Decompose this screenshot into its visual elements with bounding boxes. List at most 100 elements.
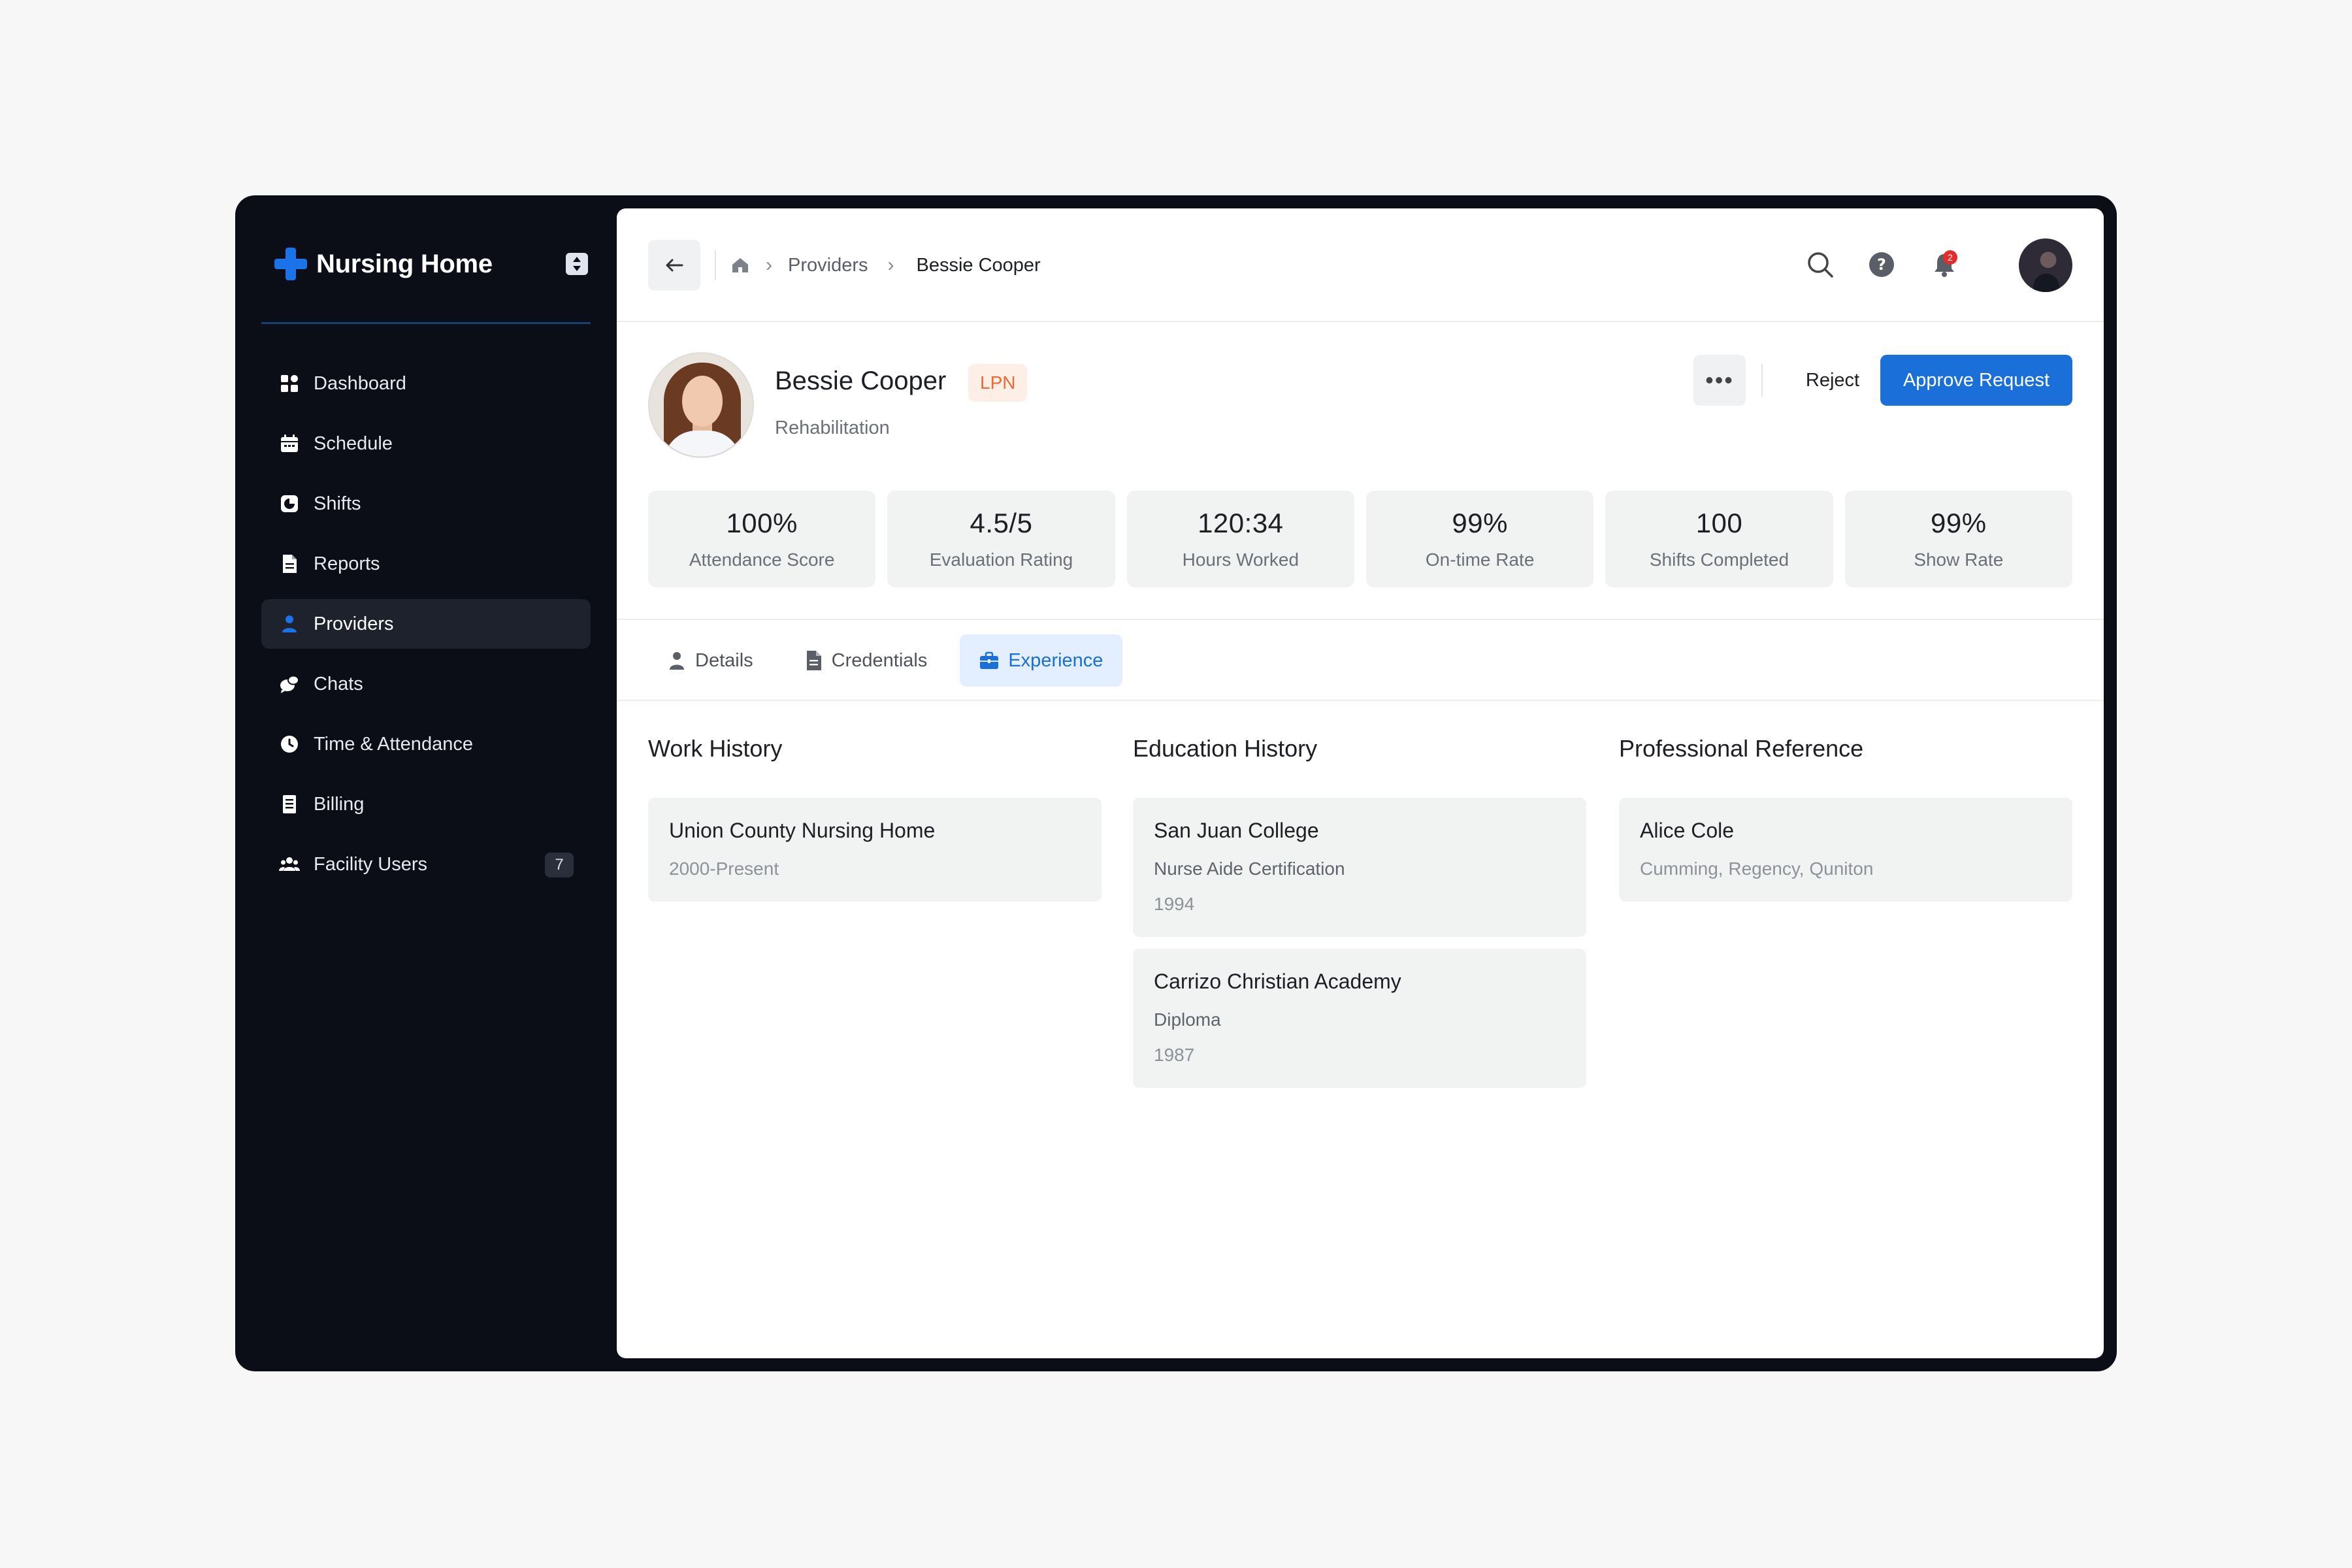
role-badge: LPN: [968, 364, 1028, 402]
breadcrumb-current: Bessie Cooper: [916, 254, 1041, 276]
stat-value: 100: [1695, 508, 1743, 538]
user-icon: [278, 613, 301, 635]
sidebar-item-chats[interactable]: Chats: [261, 659, 591, 709]
brand: Nursing Home: [274, 248, 588, 280]
stats-row: 100% Attendance Score 4.5/5 Evaluation R…: [648, 491, 2072, 587]
sidebar-item-label: Facility Users: [314, 853, 428, 875]
briefcase-icon: [980, 651, 999, 669]
breadcrumb: › Providers › Bessie Cooper: [730, 249, 1041, 282]
work-history-card: Union County Nursing Home 2000-Present: [648, 798, 1102, 902]
education-card: San Juan College Nurse Aide Certificatio…: [1133, 798, 1586, 937]
card-meta: 1987: [1154, 1045, 1195, 1065]
chevron-right-icon: ›: [887, 254, 894, 276]
help-icon: ?: [1869, 252, 1894, 277]
back-button[interactable]: [648, 240, 700, 291]
topbar: › Providers › Bessie Cooper ? 2: [617, 208, 2104, 322]
tab-details[interactable]: Details: [648, 634, 773, 687]
tab-experience[interactable]: Experience: [960, 634, 1123, 687]
home-icon[interactable]: [730, 255, 750, 275]
sidebar-item-shifts[interactable]: Shifts: [261, 479, 591, 529]
stat-hours-worked: 120:34 Hours Worked: [1126, 491, 1354, 587]
sidebar-item-schedule[interactable]: Schedule: [261, 419, 591, 468]
section-title: Work History: [648, 735, 783, 762]
card-title: Alice Cole: [1640, 819, 1735, 842]
stat-label: On-time Rate: [1425, 549, 1535, 570]
sidebar-item-label: Providers: [314, 613, 394, 634]
card-subtitle: Diploma: [1154, 1009, 1221, 1030]
card-meta: 2000-Present: [669, 858, 779, 879]
sidebar-item-label: Chats: [314, 673, 363, 694]
chevron-right-icon: ›: [766, 254, 772, 276]
notification-count-badge: 2: [1943, 250, 1957, 265]
divider: [617, 619, 2104, 620]
search-button[interactable]: [1802, 246, 1838, 283]
help-button[interactable]: ?: [1863, 246, 1900, 283]
chat-icon: [278, 673, 301, 695]
brand-divider: [261, 322, 591, 324]
sidebar-item-label: Billing: [314, 793, 365, 815]
sidebar-item-dashboard[interactable]: Dashboard: [261, 359, 591, 408]
tab-label: Details: [695, 649, 753, 671]
sidebar-item-time-attendance[interactable]: Time & Attendance: [261, 719, 591, 769]
stat-value: 99%: [1452, 508, 1508, 538]
breadcrumb-providers-link[interactable]: Providers: [788, 255, 868, 276]
sidebar-item-label: Time & Attendance: [314, 733, 473, 755]
provider-photo: [648, 352, 754, 458]
receipt-icon: [278, 793, 301, 815]
reference-card: Alice Cole Cumming, Regency, Quniton: [1619, 798, 2072, 902]
education-history-section: Education History San Juan College Nurse…: [1133, 735, 1586, 1100]
sidebar-item-label: Shifts: [314, 493, 361, 514]
more-options-button[interactable]: •••: [1693, 355, 1746, 406]
avatar[interactable]: [2019, 238, 2072, 292]
tab-label: Credentials: [831, 649, 928, 671]
sidebar-item-facility-users[interactable]: Facility Users 7: [261, 840, 591, 889]
workspace-switch-icon[interactable]: [566, 253, 588, 275]
sidebar-item-billing[interactable]: Billing: [261, 779, 591, 829]
stat-attendance-score: 100% Attendance Score: [648, 491, 876, 587]
notifications-button[interactable]: 2: [1926, 246, 1963, 283]
search-icon: [1808, 252, 1833, 278]
medical-cross-logo-icon: [274, 248, 307, 280]
professional-reference-section: Professional Reference Alice Cole Cummin…: [1619, 735, 2072, 913]
sidebar-item-label: Reports: [314, 553, 380, 574]
stat-shifts-completed: 100 Shifts Completed: [1605, 491, 1833, 587]
arrow-left-icon: [666, 259, 683, 272]
divider: [617, 700, 2104, 701]
reject-button[interactable]: Reject: [1777, 355, 1888, 406]
svg-text:?: ?: [1877, 255, 1886, 274]
shifts-icon: [278, 493, 301, 515]
sidebar-item-label: Schedule: [314, 433, 393, 454]
card-meta: Cumming, Regency, Quniton: [1640, 858, 1874, 879]
stat-value: 99%: [1931, 508, 1987, 538]
card-title: San Juan College: [1154, 819, 1319, 842]
stat-label: Shifts Completed: [1649, 549, 1789, 570]
tab-credentials[interactable]: Credentials: [786, 634, 947, 687]
stat-label: Hours Worked: [1182, 549, 1299, 570]
section-title: Professional Reference: [1619, 735, 1864, 762]
section-title: Education History: [1133, 735, 1318, 762]
approve-request-button[interactable]: Approve Request: [1880, 355, 2072, 406]
education-card: Carrizo Christian Academy Diploma 1987: [1133, 949, 1586, 1088]
stat-value: 100%: [726, 508, 798, 538]
sidebar-item-label: Dashboard: [314, 372, 406, 394]
sidebar-item-providers[interactable]: Providers: [261, 599, 591, 649]
stat-label: Evaluation Rating: [929, 549, 1073, 570]
document-icon: [806, 651, 821, 670]
card-meta: 1994: [1154, 894, 1195, 914]
stat-label: Show Rate: [1914, 549, 2004, 570]
sidebar-nav: Dashboard Schedule Shifts Reports Provid…: [261, 359, 591, 900]
stat-on-time-rate: 99% On-time Rate: [1365, 491, 1594, 587]
user-icon: [670, 652, 684, 670]
clock-icon: [278, 733, 301, 755]
stat-label: Attendance Score: [689, 549, 835, 570]
breadcrumb-divider: [715, 250, 716, 280]
provider-name: Bessie Cooper: [775, 367, 947, 395]
card-title: Union County Nursing Home: [669, 819, 936, 842]
users-icon: [278, 853, 301, 875]
main-panel: › Providers › Bessie Cooper ? 2 Bessie C…: [617, 208, 2104, 1358]
sidebar-item-reports[interactable]: Reports: [261, 539, 591, 589]
calendar-icon: [278, 433, 301, 455]
stat-value: 4.5/5: [970, 508, 1033, 538]
count-badge: 7: [545, 853, 574, 877]
card-title: Carrizo Christian Academy: [1154, 970, 1401, 993]
